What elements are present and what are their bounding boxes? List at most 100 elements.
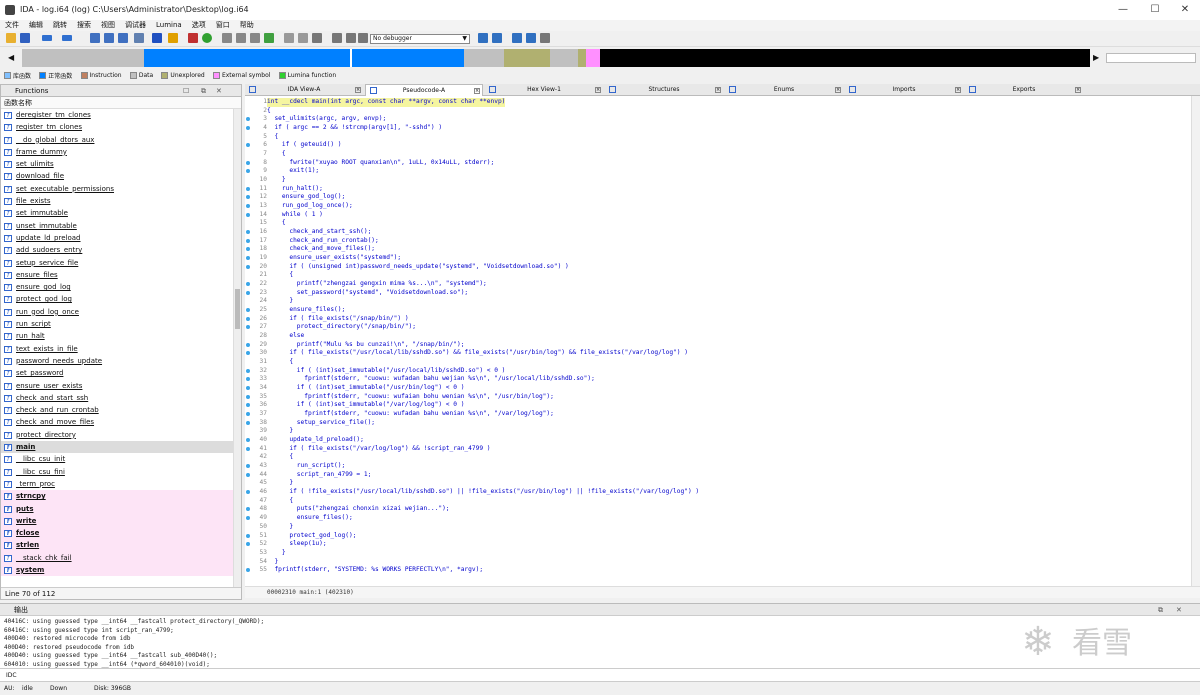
code-line[interactable]: } <box>267 297 293 306</box>
save-icon[interactable] <box>20 33 30 43</box>
function-row[interactable]: f __libc_csu_fini <box>1 466 233 478</box>
menu-search[interactable]: 搜索 <box>72 20 96 31</box>
tab-close-icon[interactable]: × <box>955 87 961 93</box>
text-search-icon[interactable] <box>104 33 114 43</box>
close-icon[interactable]: ✕ <box>1172 2 1198 18</box>
code-line[interactable]: { <box>267 497 293 506</box>
tab-close-icon[interactable]: × <box>355 87 361 93</box>
search-icon[interactable] <box>118 33 128 43</box>
code-line[interactable]: } <box>267 523 293 532</box>
tab-close-icon[interactable]: × <box>474 88 480 94</box>
function-row[interactable]: f download_file <box>1 170 233 182</box>
function-row[interactable]: f ensure_user_exists <box>1 380 233 392</box>
code-line[interactable]: check_and_move_files(); <box>267 245 375 254</box>
function-row[interactable]: f puts <box>1 502 233 515</box>
code-line[interactable]: if ( file_exists("/usr/local/lib/sshdD.s… <box>267 349 688 358</box>
navigation-band-bar[interactable] <box>22 49 1090 67</box>
code-line[interactable]: { <box>267 219 286 228</box>
tab-hex-view-1[interactable]: Hex View-1 × <box>485 84 603 96</box>
window-icon[interactable] <box>526 33 536 43</box>
tab-close-icon[interactable]: × <box>595 87 601 93</box>
function-row[interactable]: f password_needs_update <box>1 355 233 367</box>
code-line[interactable]: if ( file_exists("/var/log/log") && !scr… <box>267 445 490 454</box>
hide-icon[interactable] <box>298 33 308 43</box>
function-row[interactable]: f set_ulimits <box>1 158 233 170</box>
code-line[interactable]: if ( (int)set_immutable("/usr/bin/log") … <box>267 384 465 393</box>
function-row[interactable]: f run_halt <box>1 330 233 342</box>
tab-enums[interactable]: Enums × <box>725 84 843 96</box>
code-line[interactable]: ensure_god_log(); <box>267 193 345 202</box>
float-icon[interactable]: ⧉ <box>201 85 206 97</box>
nav-select[interactable] <box>1106 53 1196 63</box>
function-row[interactable]: f register_tm_clones <box>1 121 233 133</box>
function-row[interactable]: f ensure_god_log <box>1 281 233 293</box>
code-line[interactable]: int __cdecl main(int argc, const char **… <box>267 98 506 107</box>
code-line[interactable]: ensure_user_exists("systemd"); <box>267 254 401 263</box>
binary-icon[interactable] <box>90 33 100 43</box>
function-row[interactable]: f run_script <box>1 318 233 330</box>
code-line[interactable]: check_and_run_crontab(); <box>267 237 378 246</box>
pseudocode-view[interactable]: 1 2 3 4 5 6 7 8 9 10 11 12 13 14 15 16 17 18 19 20 21 22 23 24 2… <box>245 96 1200 586</box>
menu-options[interactable]: 选项 <box>187 20 211 31</box>
code-line[interactable]: if ( (int)set_immutable("/usr/local/lib/… <box>267 367 506 376</box>
code-line[interactable]: while ( 1 ) <box>267 211 323 220</box>
menu-debugger[interactable]: 调试器 <box>120 20 151 31</box>
code-line[interactable]: run_script(); <box>267 462 345 471</box>
function-row[interactable]: f set_immutable <box>1 207 233 219</box>
function-row[interactable]: f run_god_log_once <box>1 306 233 318</box>
function-row[interactable]: f __libc_csu_init <box>1 453 233 465</box>
tab-close-icon[interactable]: × <box>1075 87 1081 93</box>
code-line[interactable]: fprintf(stderr, "cuowu: wufaian bohu wen… <box>267 393 554 402</box>
function-row[interactable]: f add_sudoers_entry <box>1 244 233 256</box>
menu-jump[interactable]: 跳转 <box>48 20 72 31</box>
open-file-icon[interactable] <box>6 33 16 43</box>
menu-file[interactable]: 文件 <box>0 20 24 31</box>
code-line[interactable]: } <box>267 176 286 185</box>
function-row[interactable]: f write <box>1 514 233 528</box>
code-line[interactable]: fwrite("xuyao ROOT quanxian\n", 1uLL, 0x… <box>267 159 494 168</box>
tab-imports[interactable]: Imports × <box>845 84 963 96</box>
play-icon[interactable] <box>332 33 342 43</box>
code-icon[interactable] <box>222 33 232 43</box>
function-row[interactable]: f text_exists_in_file <box>1 343 233 355</box>
code-line[interactable]: set_password("systemd", "Voidsetdownload… <box>267 289 468 298</box>
function-row[interactable]: f update_ld_preload <box>1 232 233 244</box>
code-line[interactable]: fprintf(stderr, "SYSTEMD: %s WORKS PERFE… <box>267 566 483 575</box>
function-row[interactable]: f strncpy <box>1 490 233 503</box>
dock-icon[interactable]: ☐ <box>183 85 189 97</box>
data-icon[interactable] <box>236 33 246 43</box>
code-line[interactable]: check_and_start_ssh(); <box>267 228 371 237</box>
close-panel-icon[interactable]: ✕ <box>216 85 222 97</box>
code-line[interactable]: if ( argc == 2 && !strcmp(argv[1], "-ssh… <box>267 124 442 133</box>
nav-right-icon[interactable]: ▶ <box>1093 53 1099 62</box>
function-row[interactable]: f deregister_tm_clones <box>1 109 233 121</box>
back-icon[interactable] <box>42 35 52 41</box>
menu-view[interactable]: 视图 <box>96 20 120 31</box>
find-next-icon[interactable] <box>134 33 144 43</box>
code-line[interactable]: puts("zhengzai chonxin xizai wejian...")… <box>267 505 450 514</box>
code-line[interactable]: printf("zhengzai gengxin mima %s...\n", … <box>267 280 487 289</box>
run-green-icon[interactable] <box>202 33 212 43</box>
function-row[interactable]: f set_executable_permissions <box>1 183 233 195</box>
function-row[interactable]: f main <box>1 441 233 454</box>
code-line[interactable]: } <box>267 479 293 488</box>
minimize-icon[interactable]: — <box>1110 2 1136 18</box>
function-row[interactable]: f unset_immutable <box>1 220 233 232</box>
code-line[interactable]: if ( file_exists("/snap/bin/") ) <box>267 315 408 324</box>
function-row[interactable]: f file_exists <box>1 195 233 207</box>
menu-edit[interactable]: 编辑 <box>24 20 48 31</box>
code-line[interactable]: setup_service_file(); <box>267 419 375 428</box>
code-line[interactable]: fprintf(stderr, "cuowu: wufadan bahu wej… <box>267 375 595 384</box>
function-row[interactable]: f strlen <box>1 539 233 552</box>
code-line[interactable]: if ( (int)set_immutable("/var/log/log") … <box>267 401 465 410</box>
download-icon[interactable] <box>152 33 162 43</box>
function-row[interactable]: f frame_dummy <box>1 146 233 158</box>
code-line[interactable]: { <box>267 107 271 116</box>
scroll-thumb[interactable] <box>235 289 240 329</box>
code-line[interactable]: exit(1); <box>267 167 319 176</box>
function-row[interactable]: f fclose <box>1 527 233 540</box>
graph-icon[interactable] <box>188 33 198 43</box>
tab-structures[interactable]: Structures × <box>605 84 723 96</box>
function-row[interactable]: f ensure_files <box>1 269 233 281</box>
command-line[interactable]: IDC <box>0 668 1200 681</box>
